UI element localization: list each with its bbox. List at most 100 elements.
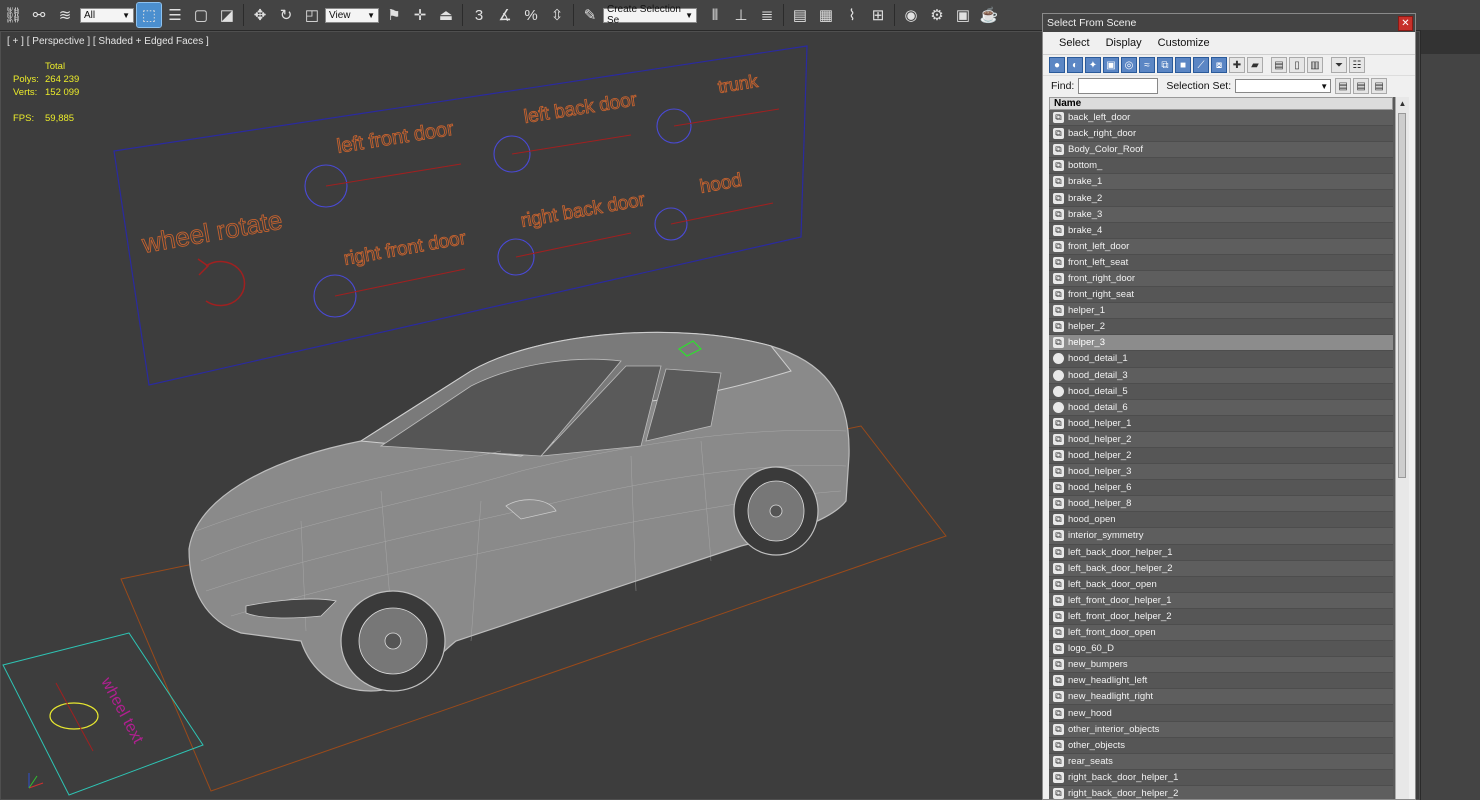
scrollbar-thumb[interactable] [1398, 113, 1406, 478]
display-groups-icon[interactable]: ⧉ [1157, 57, 1173, 73]
curve-editor-icon[interactable]: ⌇ [840, 3, 864, 27]
snap-toggle-icon[interactable]: 3 [467, 3, 491, 27]
list-item[interactable]: ⧉ helper_3 [1049, 335, 1393, 352]
list-item[interactable]: ⧉ left_front_door_helper_1 [1049, 592, 1393, 609]
select-manipulate-icon[interactable]: ✛ [408, 3, 432, 27]
list-item[interactable]: ⧉ brake_2 [1049, 190, 1393, 207]
list-item[interactable]: ⧉ logo_60_D [1049, 641, 1393, 658]
display-geometry-icon[interactable]: ● [1049, 57, 1065, 73]
ribbon-icon[interactable]: ▦ [814, 3, 838, 27]
list-item[interactable]: ⧉ right_back_door_helper_2 [1049, 785, 1393, 799]
select-invert-icon[interactable]: ▥ [1307, 57, 1323, 73]
rectangular-selection-icon[interactable]: ▢ [189, 3, 213, 27]
list-item[interactable]: ⧉ brake_1 [1049, 174, 1393, 191]
right-back-door-control[interactable] [497, 238, 535, 276]
display-lights-icon[interactable]: ✦ [1085, 57, 1101, 73]
keyboard-shortcut-icon[interactable]: ⏏ [434, 3, 458, 27]
list-item[interactable]: hood_detail_3 [1049, 367, 1393, 384]
list-item[interactable]: ⧉ back_right_door [1049, 126, 1393, 143]
selection-set-dropdown[interactable]: ▼ [1235, 79, 1332, 93]
selection-filter-dropdown[interactable]: All ▼ [80, 7, 134, 23]
display-shapes-icon[interactable]: ◐ [1067, 57, 1083, 73]
display-cameras-icon[interactable]: ▣ [1103, 57, 1119, 73]
list-item[interactable]: ⧉ hood_helper_6 [1049, 480, 1393, 497]
list-item[interactable]: ⧉ rear_seats [1049, 753, 1393, 770]
render-teapot-icon[interactable]: ☕ [977, 3, 1001, 27]
filter-icon[interactable]: ⏷ [1331, 57, 1347, 73]
list-item[interactable]: ⧉ hood_helper_1 [1049, 415, 1393, 432]
list-item[interactable]: hood_detail_1 [1049, 351, 1393, 368]
list-item[interactable]: ⧉ new_headlight_left [1049, 673, 1393, 690]
schematic-view-icon[interactable]: ⊞ [866, 3, 890, 27]
save-set-icon[interactable]: ▤ [1335, 78, 1352, 94]
list-item[interactable]: ⧉ hood_helper_2 [1049, 447, 1393, 465]
pivot-center-icon[interactable]: ⚑ [382, 3, 406, 27]
list-item[interactable]: ⧉ interior_symmetry [1049, 528, 1393, 545]
list-item[interactable]: ⧉ front_left_seat [1049, 254, 1393, 271]
list-item[interactable]: ⧉ front_left_door [1049, 238, 1393, 255]
menu-select[interactable]: Select [1059, 37, 1090, 49]
select-all-icon[interactable]: ▤ [1271, 57, 1287, 73]
link-icon[interactable]: ⛓ [1, 3, 25, 27]
list-item[interactable]: ⧉ right_back_door_helper_1 [1049, 769, 1393, 786]
close-icon[interactable]: ✕ [1398, 16, 1413, 31]
display-spacewarps-icon[interactable]: ≈ [1139, 57, 1155, 73]
add-set-icon[interactable]: ▤ [1353, 78, 1370, 94]
scale-icon[interactable]: ◰ [300, 3, 324, 27]
display-bones-icon[interactable]: ⟋ [1193, 57, 1209, 73]
list-item[interactable]: ⧉ helper_2 [1049, 319, 1393, 336]
named-selection-dropdown[interactable]: Create Selection Se ▼ [603, 4, 697, 26]
list-item[interactable]: ⧉ new_hood [1049, 705, 1393, 722]
display-hidden-icon[interactable]: ▰ [1247, 57, 1263, 73]
list-item[interactable]: ⧉ other_objects [1049, 737, 1393, 754]
window-crossing-icon[interactable]: ◪ [215, 3, 239, 27]
unlink-icon[interactable]: ⚯ [27, 3, 51, 27]
render-setup-icon[interactable]: ⚙ [925, 3, 949, 27]
list-scrollbar[interactable]: ▲ [1395, 97, 1409, 799]
wheel-control-plane[interactable]: wheel text [2, 632, 204, 796]
list-item[interactable]: ⧉ left_front_door_helper_2 [1049, 608, 1393, 625]
scroll-up-icon[interactable]: ▲ [1396, 97, 1409, 110]
car-model[interactable] [188, 331, 850, 692]
remove-set-icon[interactable]: ▤ [1371, 78, 1388, 94]
list-item[interactable]: ⧉ Body_Color_Roof [1049, 142, 1393, 159]
list-item[interactable]: ⧉ back_left_door [1049, 110, 1393, 127]
align-icon[interactable]: ⊥ [729, 3, 753, 27]
percent-snap-icon[interactable]: % [519, 3, 543, 27]
list-item[interactable]: ⧉ brake_4 [1049, 222, 1393, 239]
list-item[interactable]: hood_detail_5 [1049, 383, 1393, 400]
select-none-icon[interactable]: ▯ [1289, 57, 1305, 73]
list-item[interactable]: ⧉ new_headlight_right [1049, 689, 1393, 706]
display-frozen-icon[interactable]: ✚ [1229, 57, 1245, 73]
list-item[interactable]: ⧉ hood_helper_2 [1049, 431, 1393, 448]
list-item[interactable]: ⧉ other_interior_objects [1049, 721, 1393, 738]
rendered-frame-icon[interactable]: ▣ [951, 3, 975, 27]
list-item[interactable]: hood_detail_6 [1049, 399, 1393, 416]
list-item[interactable]: ⧉ hood_open [1049, 512, 1393, 529]
list-item[interactable]: ⧉ left_back_door_open [1049, 576, 1393, 593]
select-by-name-icon[interactable]: ☰ [163, 3, 187, 27]
find-input[interactable] [1078, 78, 1159, 94]
move-icon[interactable]: ✥ [248, 3, 272, 27]
edit-named-selection-icon[interactable]: ✎ [578, 3, 602, 27]
display-xrefs-icon[interactable]: ■ [1175, 57, 1191, 73]
wheel-rotate-icon[interactable] [197, 258, 246, 307]
select-object-icon[interactable]: ⬚ [136, 2, 162, 28]
mirror-icon[interactable]: ⫴ [703, 3, 727, 27]
list-item[interactable]: ⧉ left_back_door_helper_1 [1049, 544, 1393, 561]
layer-manager-icon[interactable]: ≣ [755, 3, 779, 27]
list-item[interactable]: ⧉ helper_1 [1049, 303, 1393, 320]
rotate-icon[interactable]: ↻ [274, 3, 298, 27]
list-item[interactable]: ⧉ new_bumpers [1049, 657, 1393, 674]
list-item[interactable]: ⧉ front_right_door [1049, 270, 1393, 288]
filter-options-icon[interactable]: ☷ [1349, 57, 1365, 73]
list-item[interactable]: ⧉ brake_3 [1049, 206, 1393, 223]
list-item[interactable]: ⧉ front_right_seat [1049, 287, 1393, 304]
list-item[interactable]: ⧉ hood_helper_8 [1049, 496, 1393, 513]
display-containers-icon[interactable]: ⧇ [1211, 57, 1227, 73]
list-item[interactable]: ⧉ bottom_ [1049, 158, 1393, 175]
angle-snap-icon[interactable]: ∡ [493, 3, 517, 27]
list-item[interactable]: ⧉ hood_helper_3 [1049, 464, 1393, 481]
reference-coordinate-dropdown[interactable]: View ▼ [325, 7, 379, 23]
list-item[interactable]: ⧉ left_front_door_open [1049, 625, 1393, 642]
